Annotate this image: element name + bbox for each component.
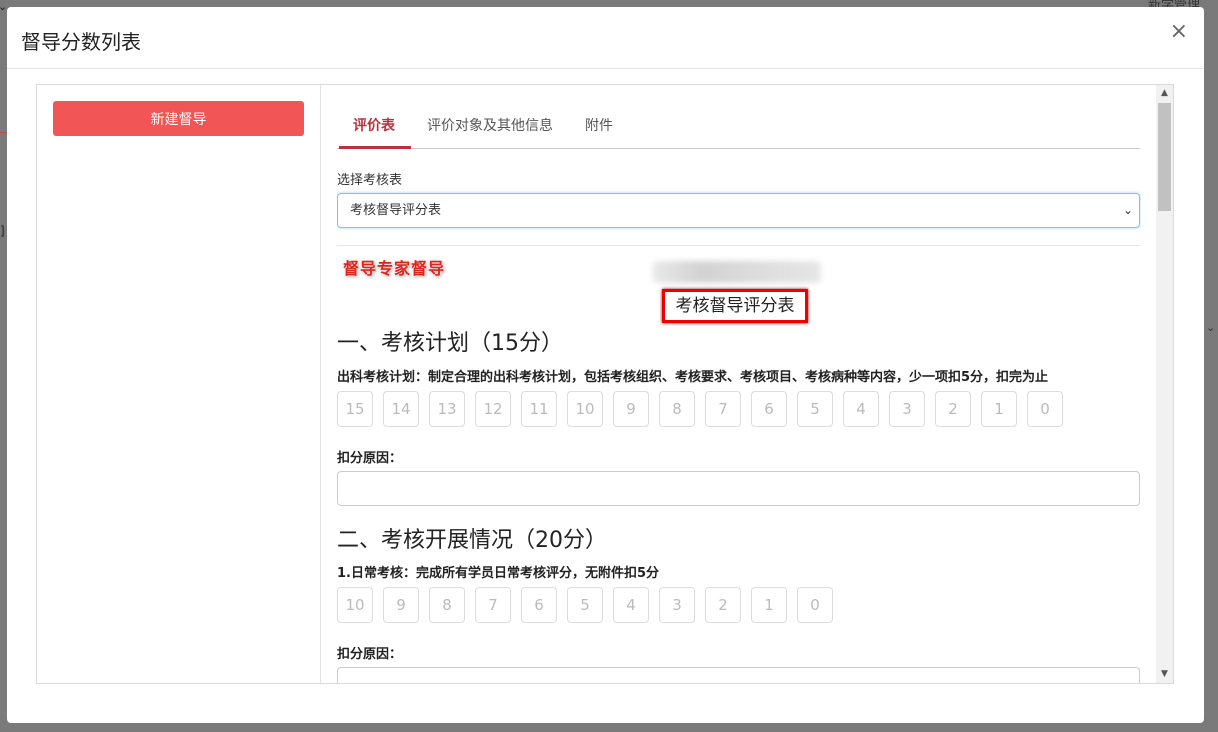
backdrop-chevron-icon: ⌄ <box>1206 321 1216 334</box>
item-description: 出科考核计划：制定合理的出科考核计划，包括考核组织、考核要求、考核项目、考核病种… <box>337 370 1049 385</box>
modal-header: 督导分数列表 × <box>7 7 1204 69</box>
evaluation-content[interactable]: 评价表 评价对象及其他信息 附件 选择考核表 考核督导评分表 ⌄ 督导专家督导 … <box>337 85 1141 683</box>
score-option[interactable]: 4 <box>613 587 649 623</box>
vertical-scrollbar[interactable]: ▲ ▼ <box>1156 85 1173 683</box>
new-supervision-button[interactable]: 新建督导 <box>53 101 304 136</box>
tab-bar: 评价表 评价对象及其他信息 附件 <box>337 85 1140 149</box>
deduction-reason-input[interactable] <box>337 471 1140 506</box>
score-option[interactable]: 7 <box>705 391 741 427</box>
score-option[interactable]: 0 <box>797 587 833 623</box>
active-tab-indicator <box>339 146 411 149</box>
score-option[interactable]: 2 <box>705 587 741 623</box>
score-option[interactable]: 14 <box>383 391 419 427</box>
score-option[interactable]: 0 <box>1027 391 1063 427</box>
score-option[interactable]: 11 <box>521 391 557 427</box>
modal-body-frame: 新建督导 评价表 评价对象及其他信息 附件 选择考核表 考核督导评分表 ⌄ 督导… <box>36 84 1174 684</box>
score-option[interactable]: 3 <box>659 587 695 623</box>
assessment-sheet-select[interactable]: 考核督导评分表 ⌄ <box>337 193 1140 228</box>
score-option[interactable]: 4 <box>843 391 879 427</box>
scroll-up-icon[interactable]: ▲ <box>1156 85 1173 102</box>
score-option[interactable]: 7 <box>475 587 511 623</box>
deduction-reason-label: 扣分原因： <box>337 451 403 466</box>
backdrop-line <box>0 132 6 133</box>
scroll-thumb[interactable] <box>1158 103 1171 211</box>
score-option[interactable]: 9 <box>613 391 649 427</box>
sheet-title: 考核督导评分表 <box>662 289 808 323</box>
score-option[interactable]: 1 <box>751 587 787 623</box>
tab-evaluation-form[interactable]: 评价表 <box>353 115 395 135</box>
chevron-down-icon: ⌄ <box>1122 203 1133 217</box>
score-option[interactable]: 2 <box>935 391 971 427</box>
select-value: 考核督导评分表 <box>350 203 442 218</box>
tab-evaluation-target[interactable]: 评价对象及其他信息 <box>427 115 553 135</box>
section-title: 一、考核计划（15分） <box>337 331 563 356</box>
score-option[interactable]: 1 <box>981 391 1017 427</box>
redacted-text <box>653 261 821 283</box>
section-title: 二、考核开展情况（20分） <box>337 528 607 553</box>
select-sheet-label: 选择考核表 <box>337 173 403 188</box>
modal-title: 督导分数列表 <box>21 30 141 54</box>
score-option[interactable]: 13 <box>429 391 465 427</box>
score-option[interactable]: 6 <box>521 587 557 623</box>
divider <box>337 245 1140 246</box>
backdrop-fragment: ] <box>0 224 5 238</box>
score-option[interactable]: 5 <box>567 587 603 623</box>
score-option[interactable]: 9 <box>383 587 419 623</box>
supervision-score-modal: 督导分数列表 × 新建督导 评价表 评价对象及其他信息 附件 选择考核表 考核督… <box>7 7 1204 723</box>
score-option[interactable]: 15 <box>337 391 373 427</box>
score-option[interactable]: 6 <box>751 391 787 427</box>
score-option[interactable]: 3 <box>889 391 925 427</box>
expert-stamp: 督导专家督导 <box>343 259 446 278</box>
deduction-reason-label: 扣分原因： <box>337 647 403 662</box>
score-option[interactable]: 5 <box>797 391 833 427</box>
score-option[interactable]: 8 <box>429 587 465 623</box>
score-option[interactable]: 8 <box>659 391 695 427</box>
scroll-down-icon[interactable]: ▼ <box>1156 666 1173 683</box>
close-icon[interactable]: × <box>1170 21 1188 43</box>
score-option[interactable]: 10 <box>337 587 373 623</box>
deduction-reason-input[interactable] <box>337 667 1140 683</box>
score-option[interactable]: 10 <box>567 391 603 427</box>
tab-attachments[interactable]: 附件 <box>585 115 613 135</box>
score-option[interactable]: 12 <box>475 391 511 427</box>
left-panel: 新建督导 <box>37 85 321 683</box>
item-description: 1.日常考核：完成所有学员日常考核评分，无附件扣5分 <box>337 566 660 581</box>
